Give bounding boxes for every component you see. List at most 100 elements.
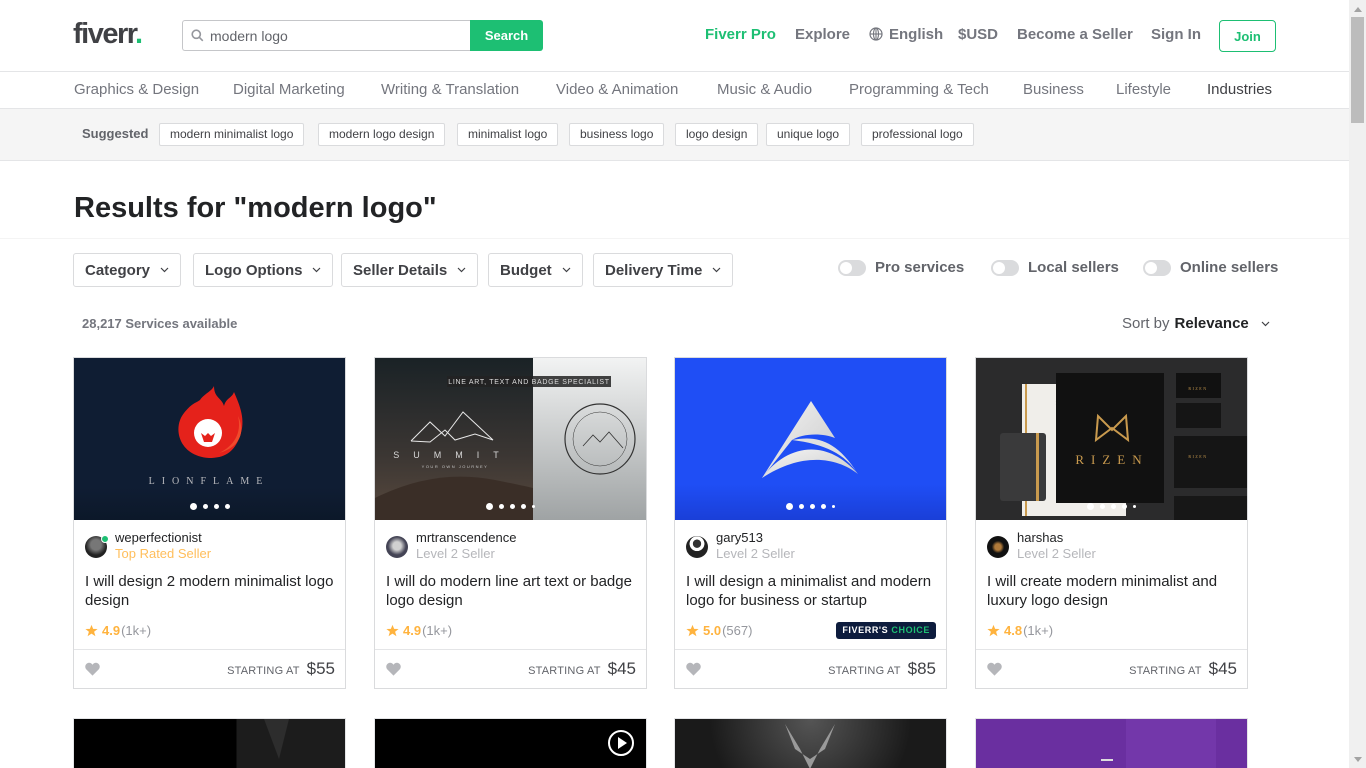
seller-level: Level 2 Seller	[1017, 546, 1096, 561]
search-field[interactable]	[182, 20, 470, 51]
rating-value: 4.9	[102, 623, 121, 638]
gig-title[interactable]: I will design 2 modern minimalist logo d…	[85, 572, 340, 610]
badge-text-accent: CHOICE	[891, 625, 930, 635]
starting-price[interactable]: STARTING AT $45	[1129, 659, 1237, 679]
toggle-switch[interactable]	[991, 259, 1019, 276]
heart-icon[interactable]	[386, 662, 401, 676]
page-scrollbar[interactable]	[1349, 0, 1366, 768]
seller-info: gary513 Level 2 Seller	[686, 530, 795, 562]
chevron-down-icon	[160, 267, 169, 273]
gig-card-partial[interactable]	[374, 718, 647, 768]
suggested-chip[interactable]: modern logo design	[318, 123, 446, 146]
filter-logo-options[interactable]: Logo Options	[193, 253, 334, 287]
filter-delivery-time[interactable]: Delivery Time	[593, 253, 734, 287]
gig-thumbnail[interactable]: LINE ART, TEXT AND BADGE SPECIALIST SUMM…	[375, 358, 646, 520]
toggle-label: Pro services	[875, 259, 965, 276]
gig-thumbnail-image	[1101, 719, 1216, 768]
seller-info: mrtranscendence Level 2 Seller	[386, 530, 516, 562]
toggle-pro-services[interactable]: Pro services	[838, 259, 964, 276]
scrollbar-thumb[interactable]	[1351, 17, 1364, 123]
suggested-chip[interactable]: business logo	[569, 123, 665, 146]
category-programming-tech[interactable]: Programming & Tech	[849, 81, 989, 98]
gig-card[interactable]: LINE ART, TEXT AND BADGE SPECIALIST SUMM…	[374, 357, 647, 689]
scroll-up-arrow[interactable]	[1349, 2, 1366, 16]
filter-seller-details[interactable]: Seller Details	[341, 253, 479, 287]
thumb-brand-text: RIZEN	[1075, 452, 1148, 467]
gig-title[interactable]: I will do modern line art text or badge …	[386, 572, 641, 610]
nav-become-seller[interactable]: Become a Seller	[1017, 26, 1133, 43]
starting-price[interactable]: STARTING AT $45	[528, 659, 636, 679]
seller-avatar[interactable]	[85, 535, 109, 558]
seller-name[interactable]: mrtranscendence	[416, 530, 516, 546]
chevron-down-icon	[712, 267, 721, 273]
filter-label: Budget	[500, 261, 552, 279]
filter-category[interactable]: Category	[73, 253, 182, 287]
category-graphics-design[interactable]: Graphics & Design	[74, 81, 199, 98]
heart-icon[interactable]	[987, 662, 1002, 676]
gig-thumbnail[interactable]: RIZEN RIZEN RIZEN RIZEN	[976, 358, 1247, 520]
gig-card[interactable]: gary513 Level 2 Seller I will design a m…	[674, 357, 947, 689]
gig-thumbnail[interactable]	[675, 358, 946, 520]
toggle-online-sellers[interactable]: Online sellers	[1143, 259, 1278, 276]
gig-card[interactable]: LIONFLAME weperfectionist Top Rated Sell…	[73, 357, 346, 689]
gig-title[interactable]: I will create modern minimalist and luxu…	[987, 572, 1242, 610]
filter-label: Delivery Time	[605, 261, 703, 279]
suggested-chip[interactable]: modern minimalist logo	[159, 123, 305, 146]
category-lifestyle[interactable]: Lifestyle	[1116, 81, 1171, 98]
suggested-chip[interactable]: professional logo	[861, 123, 974, 146]
category-video-animation[interactable]: Video & Animation	[556, 81, 678, 98]
search-button[interactable]: Search	[470, 20, 543, 51]
toggle-switch[interactable]	[1143, 259, 1171, 276]
nav-fiverr-pro[interactable]: Fiverr Pro	[705, 26, 776, 43]
starting-at-label: STARTING AT	[227, 665, 300, 677]
search-input[interactable]	[210, 27, 450, 44]
suggested-chip[interactable]: minimalist logo	[457, 123, 559, 146]
gig-card[interactable]: RIZEN RIZEN RIZEN RIZEN harshas Level 2 …	[975, 357, 1248, 689]
svg-text:YOUR OWN JOURNEY: YOUR OWN JOURNEY	[422, 464, 489, 469]
seller-avatar[interactable]	[386, 536, 408, 558]
play-video-icon[interactable]	[607, 729, 635, 757]
category-music-audio[interactable]: Music & Audio	[717, 81, 812, 98]
price: $45	[1208, 659, 1237, 678]
toggle-switch[interactable]	[838, 259, 866, 276]
gig-rating: 5.0 (567)	[686, 623, 752, 638]
starting-price[interactable]: STARTING AT $85	[828, 659, 936, 679]
carousel-dots[interactable]	[675, 503, 946, 510]
nav-language[interactable]: English	[869, 26, 943, 43]
seller-name[interactable]: weperfectionist	[115, 530, 211, 546]
category-digital-marketing[interactable]: Digital Marketing	[233, 81, 345, 98]
scroll-down-arrow[interactable]	[1349, 752, 1366, 766]
gig-footer: STARTING AT $55	[74, 649, 345, 688]
fiverr-logo[interactable]: fiverr.	[73, 18, 143, 51]
gig-card-partial[interactable]	[674, 718, 947, 768]
toggle-local-sellers[interactable]: Local sellers	[991, 259, 1119, 276]
heart-icon[interactable]	[686, 662, 701, 676]
gig-title[interactable]: I will design a minimalist and modern lo…	[686, 572, 941, 610]
seller-avatar[interactable]	[987, 536, 1009, 558]
gig-card-partial[interactable]	[975, 718, 1248, 768]
carousel-dots[interactable]	[375, 503, 646, 510]
seller-name[interactable]: gary513	[716, 530, 795, 546]
seller-name[interactable]: harshas	[1017, 530, 1096, 546]
suggested-chip[interactable]: unique logo	[766, 123, 851, 146]
starting-at-label: STARTING AT	[1129, 665, 1202, 677]
join-button[interactable]: Join	[1219, 20, 1276, 52]
category-industries[interactable]: Industries	[1207, 81, 1272, 98]
filter-budget[interactable]: Budget	[488, 253, 583, 287]
gig-card-partial[interactable]	[73, 718, 346, 768]
category-writing-translation[interactable]: Writing & Translation	[381, 81, 519, 98]
gig-thumbnail[interactable]: LIONFLAME	[74, 358, 345, 520]
thumb-brand-text: SUMMIT	[393, 450, 513, 460]
heart-icon[interactable]	[85, 662, 100, 676]
carousel-dots[interactable]	[976, 503, 1247, 510]
carousel-dots[interactable]	[74, 503, 345, 510]
starting-price[interactable]: STARTING AT $55	[227, 659, 335, 679]
nav-explore[interactable]: Explore	[795, 26, 850, 43]
svg-text:RIZEN: RIZEN	[1188, 386, 1207, 391]
suggested-chip[interactable]: logo design	[675, 123, 759, 146]
nav-currency[interactable]: $USD	[958, 26, 998, 43]
sort-dropdown[interactable]: Sort by Relevance	[1122, 315, 1270, 332]
category-business[interactable]: Business	[1023, 81, 1084, 98]
nav-sign-in[interactable]: Sign In	[1151, 26, 1201, 43]
seller-avatar[interactable]	[686, 536, 708, 558]
